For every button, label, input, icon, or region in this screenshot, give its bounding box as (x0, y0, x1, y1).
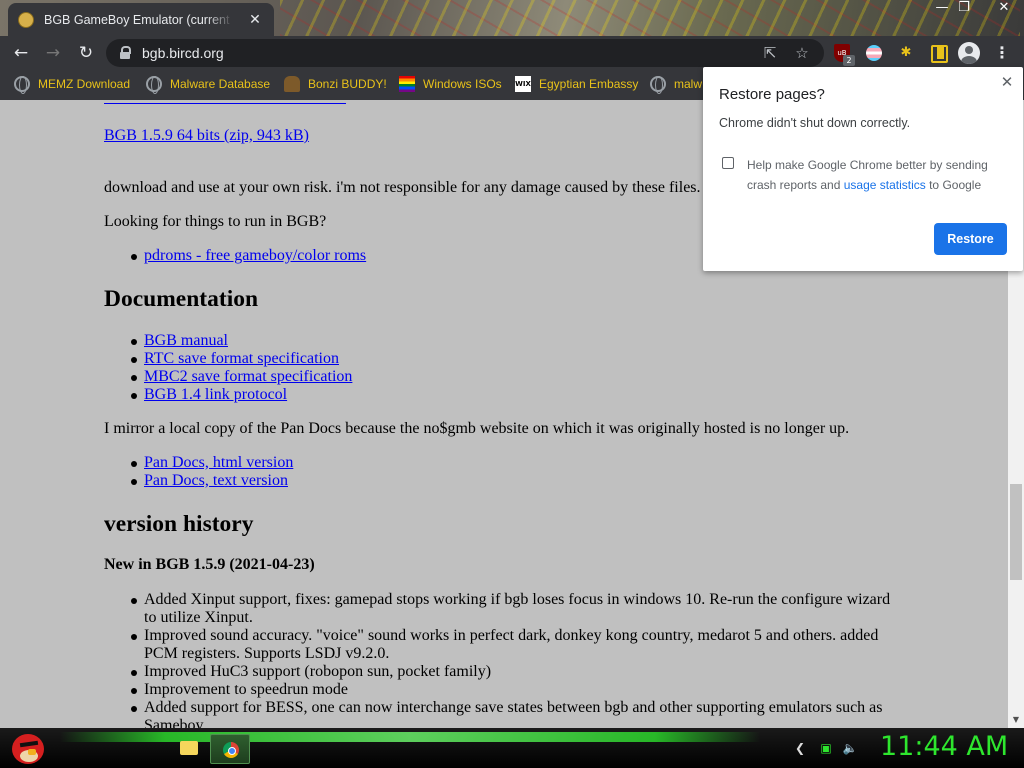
change-item-line: Sameboy. (144, 717, 207, 728)
address-bar[interactable]: bgb.bircd.org ⇱ ☆ (106, 39, 824, 67)
bullet (131, 670, 137, 676)
bookmark-malw[interactable]: malw (650, 70, 702, 98)
extensions-puzzle-icon[interactable]: ✱ (896, 43, 916, 63)
lock-icon (120, 46, 131, 59)
change-item-line: Added Xinput support, fixes: gamepad sto… (144, 591, 891, 608)
globe-icon (14, 76, 30, 94)
disclaimer-text: download and use at your own risk. i'm n… (104, 179, 701, 196)
doc-link-link-protocol[interactable]: BGB 1.4 link protocol (144, 386, 287, 404)
bullet (131, 357, 137, 363)
globe-icon (650, 76, 666, 94)
restore-pages-dialog: Restore pages? ✕ Chrome didn't shut down… (703, 67, 1023, 271)
change-item-line: Improvement to speedrun mode (144, 681, 348, 698)
bullet (131, 598, 137, 604)
looking-text: Looking for things to run in BGB? (104, 213, 327, 230)
side-panel-icon[interactable] (928, 43, 948, 63)
change-item-line: Improved HuC3 support (robopon sun, pock… (144, 663, 492, 680)
bookmark-malware-database[interactable]: Malware Database (146, 70, 270, 98)
bgb-favicon-icon (18, 11, 34, 28)
start-button-angry-bird-icon[interactable] (8, 728, 48, 768)
bonzi-icon (284, 76, 300, 92)
mirror-text: I mirror a local copy of the Pan Docs be… (104, 420, 850, 437)
bullet (131, 461, 137, 467)
bookmark-bonzi[interactable]: Bonzi BUDDY! (284, 70, 387, 98)
globe-icon (146, 76, 162, 94)
rainbow-flag-icon (399, 76, 415, 92)
scrollbar-thumb[interactable] (1010, 484, 1022, 580)
bullet (131, 339, 137, 345)
bookmark-label: MEMZ Download (38, 77, 131, 91)
dialog-close-icon[interactable]: ✕ (999, 75, 1015, 91)
change-item-line: PCM registers. Supports LSDJ v9.2.0. (144, 645, 390, 662)
ublock-badge: 2 (843, 55, 855, 66)
bullet (131, 393, 137, 399)
restore-window-icon[interactable]: ❐ (950, 0, 978, 18)
bookmark-label: malw (674, 77, 703, 91)
chrome-taskbar-icon[interactable] (210, 734, 250, 764)
bullet (131, 479, 137, 485)
pandocs-html-link[interactable]: Pan Docs, html version (144, 454, 293, 472)
bookmark-label: Bonzi BUDDY! (308, 77, 387, 91)
back-arrow-icon[interactable]: ← (10, 42, 32, 64)
cut-off-link[interactable] (104, 100, 346, 104)
scroll-down-arrow-icon[interactable]: ▼ (1008, 712, 1024, 728)
change-item-line: Added support for BESS, one can now inte… (144, 699, 883, 716)
forward-arrow-icon[interactable]: → (42, 42, 64, 64)
version-history-heading: version history (104, 511, 254, 537)
share-icon[interactable]: ⇱ (760, 43, 780, 63)
bullet (131, 688, 137, 694)
bullet (131, 634, 137, 640)
bookmark-star-icon[interactable]: ☆ (792, 43, 812, 63)
crash-report-label: Help make Google Chrome better by sendin… (747, 155, 1007, 195)
reload-icon[interactable]: ↻ (75, 42, 97, 64)
chrome-menu-icon[interactable]: ⋮ (992, 43, 1012, 63)
bullet (131, 706, 137, 712)
tab-close-icon[interactable]: ✕ (246, 12, 264, 28)
extension-flag-icon[interactable] (866, 45, 882, 61)
bullet (131, 254, 137, 260)
network-tray-icon[interactable]: ▣ (818, 740, 834, 756)
change-item-line: to utilize Xinput. (144, 609, 253, 626)
new-in-heading: New in BGB 1.5.9 (2021-04-23) (104, 556, 315, 573)
volume-tray-icon[interactable]: 🔈 (842, 740, 858, 756)
bullet (131, 375, 137, 381)
dialog-title: Restore pages? (719, 86, 825, 103)
wix-icon: WIX (515, 76, 531, 92)
taskbar-clock[interactable]: 11:44 AM (880, 731, 1008, 762)
pdroms-link[interactable]: pdroms - free gameboy/color roms (144, 247, 366, 265)
help-text-end: to Google (925, 178, 982, 192)
tab-bgb[interactable]: BGB GameBoy Emulator (current ✕ (8, 3, 274, 36)
window-close-icon[interactable]: ✕ (990, 0, 1018, 18)
tray-chevron-icon[interactable]: ❮ (792, 740, 808, 756)
change-item-line: Improved sound accuracy. "voice" sound w… (144, 627, 879, 644)
browser-toolbar: ← → ↻ bgb.bircd.org ⇱ ☆ uB 2 ✱ ⋮ (0, 36, 1024, 70)
doc-link-mbc2[interactable]: MBC2 save format specification (144, 368, 352, 386)
bookmark-label: Malware Database (170, 77, 271, 91)
taskbar: ❮ ▣ 🔈 11:44 AM (0, 728, 1024, 768)
url-text: bgb.bircd.org (142, 45, 224, 61)
bookmark-memz[interactable]: MEMZ Download (14, 70, 130, 98)
pandocs-text-link[interactable]: Pan Docs, text version (144, 472, 288, 490)
documentation-heading: Documentation (104, 286, 259, 312)
doc-link-manual[interactable]: BGB manual (144, 332, 228, 350)
bookmark-label: Egyptian Embassy (539, 77, 639, 91)
restore-button[interactable]: Restore (934, 223, 1007, 255)
download-64bit-link[interactable]: BGB 1.5.9 64 bits (zip, 943 kB) (104, 127, 309, 145)
bookmark-label: Windows ISOs (423, 77, 502, 91)
profile-avatar-icon[interactable] (958, 42, 980, 64)
usage-statistics-link[interactable]: usage statistics (844, 178, 926, 192)
dialog-message: Chrome didn't shut down correctly. (719, 116, 911, 130)
tab-title: BGB GameBoy Emulator (current (44, 12, 230, 27)
bookmark-egyptian-embassy[interactable]: WIX Egyptian Embassy (515, 70, 638, 98)
bookmark-windows-isos[interactable]: Windows ISOs (399, 70, 502, 98)
tab-strip: BGB GameBoy Emulator (current ✕ — ❐ ✕ (0, 0, 1024, 36)
doc-link-rtc[interactable]: RTC save format specification (144, 350, 339, 368)
crash-report-checkbox[interactable] (722, 157, 734, 169)
